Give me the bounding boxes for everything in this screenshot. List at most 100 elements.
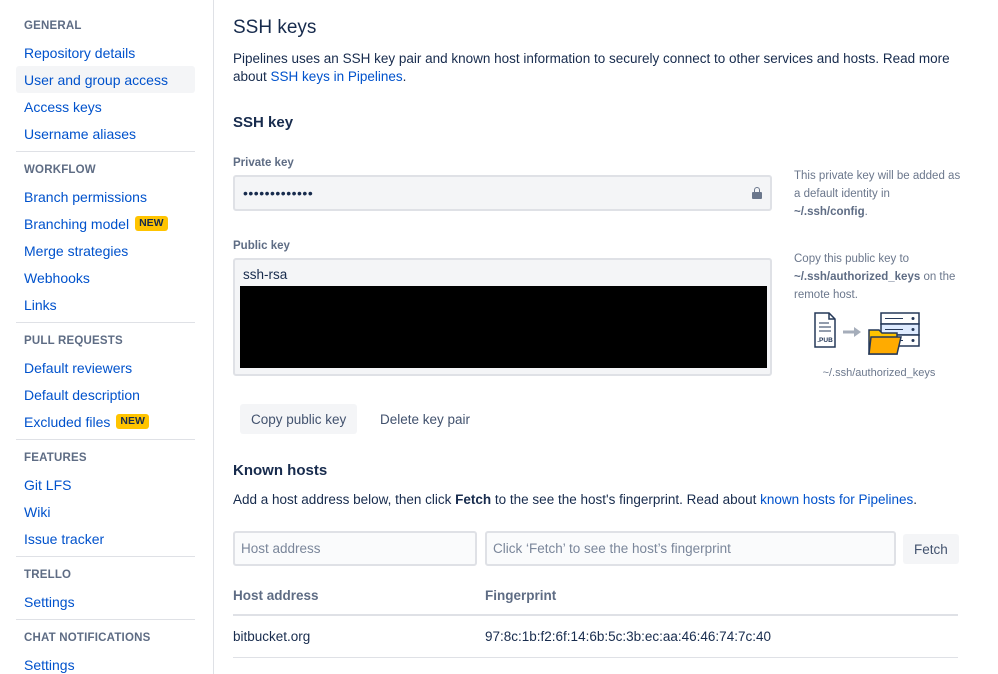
- sidebar-item-links[interactable]: Links: [16, 291, 195, 318]
- column-header-fingerprint: Fingerprint: [485, 588, 557, 603]
- sidebar-item-branch-permissions[interactable]: Branch permissions: [16, 183, 195, 210]
- sidebar-item-webhooks[interactable]: Webhooks: [16, 264, 195, 291]
- sidebar-item-user-and-group-access[interactable]: User and group access: [16, 66, 195, 93]
- host-address-input[interactable]: Host address: [233, 531, 477, 566]
- host-address-placeholder: Host address: [241, 541, 321, 556]
- sidebar-item-label: Settings: [24, 593, 75, 610]
- public-key-value: ssh-rsa: [243, 267, 288, 282]
- sidebar-item-branching-model[interactable]: Branching model NEW: [16, 210, 195, 237]
- known-hosts-desc-end: .: [913, 492, 918, 507]
- sidebar-item-git-lfs[interactable]: Git LFS: [16, 471, 195, 498]
- intro-end: .: [402, 69, 407, 84]
- sidebar-item-merge-strategies[interactable]: Merge strategies: [16, 237, 195, 264]
- sidebar-item-label: Branching model: [24, 215, 130, 232]
- known-hosts-table-header: Host address Fingerprint: [233, 588, 958, 616]
- pub-file-icon: .PUB: [814, 312, 836, 348]
- sidebar-item-label: Wiki: [24, 503, 51, 520]
- public-note-path: ~/.ssh/authorized_keys: [794, 271, 921, 283]
- sidebar-divider: [16, 322, 195, 323]
- sidebar-item-trello-settings[interactable]: Settings: [16, 588, 195, 615]
- sidebar-item-label: Links: [24, 296, 57, 313]
- sidebar-heading: TRELLO: [24, 569, 72, 581]
- sidebar-item-label: Default reviewers: [24, 359, 133, 376]
- private-note-text: This private key will be added as a defa…: [794, 170, 961, 200]
- fingerprint-field[interactable]: Click ‘Fetch’ to see the host’s fingerpr…: [485, 531, 896, 566]
- arrow-right-icon: [843, 327, 861, 337]
- page-title: SSH keys: [233, 17, 317, 38]
- sidebar-item-issue-tracker[interactable]: Issue tracker: [16, 525, 195, 552]
- private-note-path: ~/.ssh/config: [794, 206, 865, 218]
- column-header-host-address: Host address: [233, 588, 319, 603]
- ssh-keys-docs-link[interactable]: SSH keys in Pipelines: [271, 69, 403, 84]
- known-hosts-desc-bold: Fetch: [455, 492, 492, 507]
- sidebar-item-excluded-files[interactable]: Excluded files NEW: [16, 408, 195, 435]
- sidebar-item-label: Issue tracker: [24, 530, 105, 547]
- sidebar-section-general: GENERAL Repository details User and grou…: [0, 17, 213, 147]
- new-badge: NEW: [135, 216, 168, 231]
- public-key-note: Copy this public key to ~/.ssh/authorize…: [794, 250, 964, 304]
- sidebar-heading: GENERAL: [24, 20, 82, 32]
- public-note-text: Copy this public key to: [794, 253, 910, 265]
- sidebar-item-label: Webhooks: [24, 269, 90, 286]
- sidebar-item-repository-details[interactable]: Repository details: [16, 39, 195, 66]
- sidebar-item-default-description[interactable]: Default description: [16, 381, 195, 408]
- delete-key-pair-button[interactable]: Delete key pair: [369, 404, 481, 434]
- known-hosts-description: Add a host address below, then click Fet…: [233, 491, 953, 509]
- private-key-field[interactable]: •••••••••••••: [233, 175, 772, 211]
- svg-text:.PUB: .PUB: [817, 337, 833, 344]
- sidebar-item-wiki[interactable]: Wiki: [16, 498, 195, 525]
- sidebar-item-username-aliases[interactable]: Username aliases: [16, 120, 195, 147]
- host-address-cell: bitbucket.org: [233, 629, 311, 644]
- sidebar-item-label: Settings: [24, 656, 75, 673]
- private-key-note: This private key will be added as a defa…: [794, 167, 964, 221]
- illustration-caption: ~/.ssh/authorized_keys: [822, 367, 936, 379]
- sidebar-item-label: Branch permissions: [24, 188, 147, 205]
- sidebar-item-label: Git LFS: [24, 476, 72, 493]
- sidebar-heading: WORKFLOW: [24, 164, 96, 176]
- fetch-button[interactable]: Fetch: [903, 534, 959, 564]
- private-key-label: Private key: [233, 157, 294, 169]
- sidebar-divider: [16, 619, 195, 620]
- sidebar-item-label: User and group access: [24, 71, 168, 88]
- sidebar-section-features: FEATURES Git LFS Wiki Issue tracker: [0, 449, 213, 552]
- sidebar-section-chat-notifications: CHAT NOTIFICATIONS Settings: [0, 629, 213, 674]
- sidebar-item-label: Access keys: [24, 98, 102, 115]
- sidebar-item-label: Default description: [24, 386, 140, 403]
- new-badge: NEW: [116, 414, 149, 429]
- sidebar-item-chat-settings[interactable]: Settings: [16, 651, 195, 674]
- known-hosts-desc-2: to the see the host's fingerprint. Read …: [491, 492, 761, 507]
- sidebar-section-workflow: WORKFLOW Branch permissions Branching mo…: [0, 161, 213, 318]
- sidebar-item-label: Excluded files: [24, 413, 111, 430]
- settings-sidebar: GENERAL Repository details User and grou…: [0, 0, 214, 674]
- server-folder-icon: [868, 312, 920, 355]
- lock-icon: [752, 187, 762, 199]
- authorized-keys-illustration: .PUB: [814, 312, 920, 355]
- sidebar-item-default-reviewers[interactable]: Default reviewers: [16, 354, 195, 381]
- table-row: bitbucket.org 97:8c:1b:f2:6f:14:6b:5c:3b…: [233, 618, 958, 658]
- sidebar-heading: FEATURES: [24, 452, 87, 464]
- private-key-value: •••••••••••••: [243, 185, 314, 201]
- intro-text: Pipelines uses an SSH key pair and known…: [233, 50, 953, 86]
- public-key-field[interactable]: ssh-rsa: [233, 258, 772, 376]
- public-key-label: Public key: [233, 240, 290, 252]
- sidebar-section-trello: TRELLO Settings: [0, 566, 213, 615]
- sidebar-item-label: Username aliases: [24, 125, 137, 142]
- redacted-key-block: [240, 286, 767, 368]
- sidebar-item-label: Merge strategies: [24, 242, 129, 259]
- sidebar-heading: PULL REQUESTS: [24, 335, 123, 347]
- known-hosts-docs-link[interactable]: known hosts for Pipelines: [760, 492, 913, 507]
- sidebar-item-label: Repository details: [24, 44, 136, 61]
- ssh-key-section-title: SSH key: [233, 114, 294, 131]
- sidebar-section-pull-requests: PULL REQUESTS Default reviewers Default …: [0, 332, 213, 435]
- copy-public-key-button[interactable]: Copy public key: [240, 404, 358, 434]
- fingerprint-placeholder: Click ‘Fetch’ to see the host’s fingerpr…: [493, 541, 731, 556]
- private-note-end: .: [864, 206, 868, 218]
- sidebar-heading: CHAT NOTIFICATIONS: [24, 632, 151, 644]
- sidebar-divider: [16, 151, 195, 152]
- fingerprint-cell: 97:8c:1b:f2:6f:14:6b:5c:3b:ec:aa:46:46:7…: [485, 629, 771, 644]
- known-hosts-desc-1: Add a host address below, then click: [233, 492, 456, 507]
- known-hosts-section-title: Known hosts: [233, 462, 328, 479]
- sidebar-item-access-keys[interactable]: Access keys: [16, 93, 195, 120]
- sidebar-divider: [16, 439, 195, 440]
- sidebar-divider: [16, 556, 195, 557]
